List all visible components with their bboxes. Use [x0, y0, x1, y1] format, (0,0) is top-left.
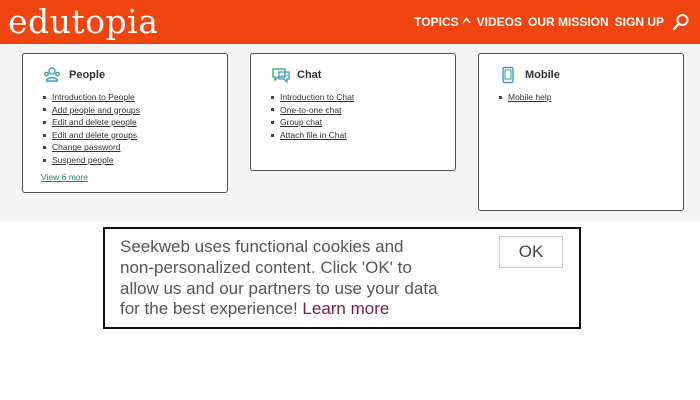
cookie-message: Seekweb uses functional cookies and non-…	[120, 237, 440, 320]
mobile-link-list: Mobile help	[499, 91, 551, 104]
chevron-up-icon	[461, 17, 471, 27]
learn-more-link[interactable]: Learn more	[302, 299, 389, 318]
chat-link[interactable]: Attach file in Chat	[280, 129, 347, 142]
view-more-link[interactable]: View 6 more	[41, 172, 88, 182]
list-item: Edit and delete groups	[43, 129, 140, 142]
people-link-list: Introduction to People Add people and gr…	[43, 91, 140, 167]
main-nav: TOPICS VIDEOS OUR MISSION SIGN UP	[414, 15, 664, 29]
nav-topics-label: TOPICS	[414, 15, 459, 29]
chat-icon	[271, 66, 290, 84]
mobile-link[interactable]: Mobile help	[508, 91, 551, 104]
chat-link[interactable]: Introduction to Chat	[280, 91, 354, 104]
list-item: One-to-one chat	[271, 104, 354, 117]
people-link[interactable]: Add people and groups	[52, 104, 140, 117]
chat-link[interactable]: Group chat	[280, 116, 322, 129]
people-card-header: People	[43, 66, 105, 84]
people-link[interactable]: Edit and delete people	[52, 116, 137, 129]
mobile-card-title: Mobile	[525, 69, 560, 81]
people-link[interactable]: Introduction to People	[52, 91, 135, 104]
mobile-card-header: Mobile	[499, 66, 560, 84]
search-icon[interactable]	[672, 13, 690, 31]
chat-card: Chat Introduction to Chat One-to-one cha…	[250, 53, 456, 171]
list-item: Introduction to Chat	[271, 91, 354, 104]
nav-sign-up[interactable]: SIGN UP	[615, 15, 664, 29]
chat-link[interactable]: One-to-one chat	[280, 104, 341, 117]
list-item: Mobile help	[499, 91, 551, 104]
site-logo[interactable]: edutopia	[8, 3, 158, 41]
people-link[interactable]: Suspend people	[52, 154, 113, 167]
people-link[interactable]: Change password	[52, 141, 121, 154]
chat-card-header: Chat	[271, 66, 321, 84]
nav-our-mission[interactable]: OUR MISSION	[528, 15, 609, 29]
nav-topics[interactable]: TOPICS	[414, 15, 471, 29]
mobile-icon	[499, 66, 517, 84]
chat-card-title: Chat	[297, 69, 322, 81]
nav-sign-up-label: SIGN UP	[614, 15, 664, 29]
nav-videos[interactable]: VIDEOS	[477, 15, 522, 29]
people-icon	[43, 66, 61, 84]
list-item: Suspend people	[43, 154, 140, 167]
chat-link-list: Introduction to Chat One-to-one chat Gro…	[271, 91, 354, 141]
list-item: Add people and groups	[43, 104, 140, 117]
list-item: Edit and delete people	[43, 116, 140, 129]
people-card: People Introduction to People Add people…	[22, 53, 228, 193]
people-link[interactable]: Edit and delete groups	[52, 129, 137, 142]
list-item: Group chat	[271, 116, 354, 129]
site-header: edutopia TOPICS VIDEOS OUR MISSION SIGN …	[0, 0, 700, 44]
list-item: Change password	[43, 141, 140, 154]
cookie-text: Seekweb uses functional cookies and non-…	[120, 237, 438, 319]
nav-videos-label: VIDEOS	[476, 15, 522, 29]
people-card-title: People	[69, 69, 106, 81]
list-item: Attach file in Chat	[271, 129, 354, 142]
mobile-card: Mobile Mobile help	[478, 53, 684, 211]
ok-button[interactable]: OK	[499, 236, 563, 268]
list-item: Introduction to People	[43, 91, 140, 104]
nav-our-mission-label: OUR MISSION	[527, 15, 609, 29]
